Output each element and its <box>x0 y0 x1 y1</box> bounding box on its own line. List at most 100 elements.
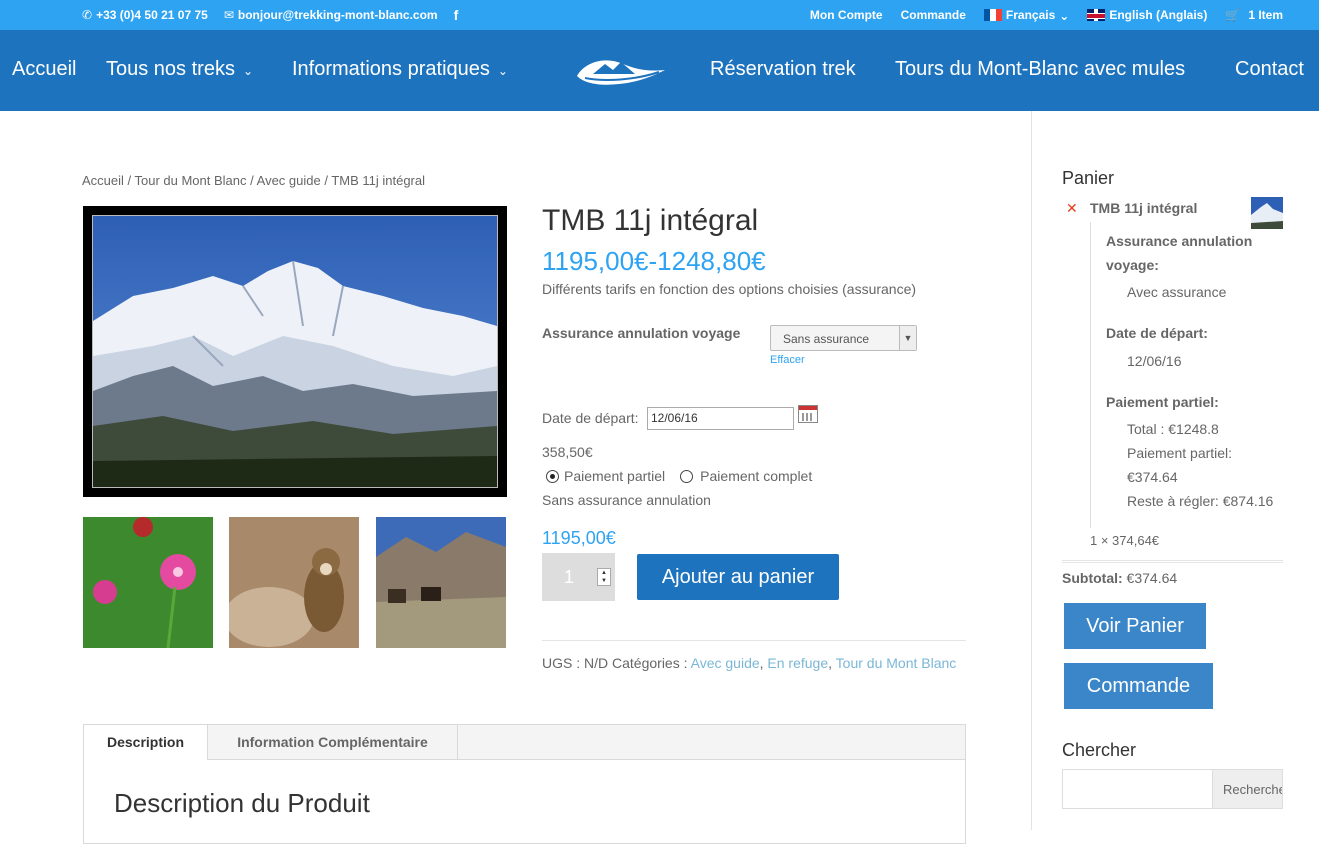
cart-link[interactable]: 🛒 1 Item <box>1225 8 1283 22</box>
cart-partial-payment: Paiement partiel: €374.64 <box>1127 445 1233 485</box>
nav-label: Contact <box>1235 58 1304 80</box>
mountain-thumb-image <box>1251 197 1283 229</box>
cart-item-thumbnail[interactable] <box>1251 197 1283 229</box>
site-logo[interactable] <box>575 54 667 88</box>
cart-subtotal: Subtotal: €374.64 <box>1062 570 1177 586</box>
email-contact[interactable]: ✉ bonjour@trekking-mont-blanc.com <box>224 8 438 22</box>
calendar-icon[interactable] <box>798 405 818 423</box>
main-nav: Accueil Tous nos treks ⌄ Informations pra… <box>0 30 1319 111</box>
insurance-select[interactable]: Sans assurance ▼ <box>770 325 917 351</box>
account-link[interactable]: Mon Compte <box>810 8 883 22</box>
nav-label: Réservation trek <box>710 58 856 80</box>
thumbnail-marmot[interactable] <box>229 517 359 648</box>
chevron-down-icon: ⌄ <box>1059 9 1070 23</box>
mountain-image <box>93 216 497 487</box>
language-label: English (Anglais) <box>1109 8 1208 22</box>
category-link[interactable]: Tour du Mont Blanc <box>836 655 957 671</box>
flower-image <box>83 517 213 648</box>
product-meta: UGS : N/D Catégories : Avec guide, En re… <box>542 640 966 675</box>
clear-selection-link[interactable]: Effacer <box>770 354 805 366</box>
cart-insurance-label: Assurance annulation voyage: <box>1106 233 1253 273</box>
product-main-image[interactable] <box>83 206 507 497</box>
product-title: TMB 11j intégral <box>542 204 759 237</box>
tab-additional-info[interactable]: Information Complémentaire <box>208 725 457 760</box>
payment-options: Paiement partiel Paiement complet <box>542 468 812 484</box>
mules-image <box>376 517 506 648</box>
cart-date-value: 12/06/16 <box>1127 353 1182 369</box>
search-button[interactable]: Rechercher <box>1212 770 1282 808</box>
sidebar-divider <box>1031 111 1032 830</box>
chevron-down-icon: ⌄ <box>242 63 254 78</box>
categories-label: Catégories : <box>612 655 688 671</box>
tab-description[interactable]: Description <box>84 725 207 761</box>
breadcrumb[interactable]: Accueil / Tour du Mont Blanc / Avec guid… <box>82 173 425 188</box>
deposit-amount: 358,50€ <box>542 444 593 460</box>
nav-item-treks[interactable]: Tous nos treks ⌄ <box>106 58 253 81</box>
search-widget-title: Chercher <box>1062 740 1137 760</box>
full-payment-radio[interactable] <box>680 469 694 483</box>
french-flag-icon <box>983 9 1002 21</box>
partial-payment-radio[interactable] <box>546 469 559 483</box>
cart-divider <box>1062 560 1283 563</box>
nav-item-mules[interactable]: Tours du Mont-Blanc avec mules <box>895 58 1185 81</box>
thumbnail-mules[interactable] <box>376 517 506 648</box>
view-cart-button[interactable]: Voir Panier <box>1064 603 1206 649</box>
departure-date-label: Date de départ: <box>542 410 639 426</box>
top-bar: ✆ +33 (0)4 50 21 07 75 ✉ bonjour@trekking-… <box>0 0 1319 30</box>
phone-contact[interactable]: ✆ +33 (0)4 50 21 07 75 <box>82 8 208 22</box>
cart-icon: 🛒 <box>1225 8 1241 22</box>
checkout-link[interactable]: Commande <box>901 8 966 22</box>
uk-flag-icon <box>1087 9 1106 21</box>
product-price-range: 1195,00€-1248,80€ <box>542 246 766 276</box>
nav-item-info[interactable]: Informations pratiques ⌄ <box>292 58 508 81</box>
phone-icon: ✆ <box>82 8 93 22</box>
search-input[interactable] <box>1063 770 1213 808</box>
cart-insurance-value: Avec assurance <box>1127 284 1227 300</box>
nav-item-booking[interactable]: Réservation trek <box>710 58 856 81</box>
quantity-value: 1 <box>564 567 575 587</box>
spinner-icon[interactable]: ▲ ▼ <box>597 568 611 586</box>
facebook-icon[interactable]: f <box>454 7 459 23</box>
cart-total: Total : €1248.8 <box>1127 421 1219 437</box>
cart-date-label: Date de départ: <box>1106 325 1208 341</box>
subtotal-label: Subtotal: <box>1062 570 1123 586</box>
chevron-down-icon: ▼ <box>899 326 916 350</box>
description-heading: Description du Produit <box>114 788 370 818</box>
language-english[interactable]: English (Anglais) <box>1087 8 1207 22</box>
full-payment-label[interactable]: Paiement complet <box>700 468 812 484</box>
category-link[interactable]: En refuge <box>767 655 828 671</box>
logo-icon <box>577 60 665 85</box>
nav-label: Tous nos treks <box>106 58 235 80</box>
nav-label: Informations pratiques <box>292 58 490 80</box>
cart-quantity-line: 1 × 374,64€ <box>1090 533 1160 548</box>
category-link[interactable]: Avec guide <box>691 655 760 671</box>
product-tabs: Description Information Complémentaire D… <box>83 724 966 844</box>
checkout-button[interactable]: Commande <box>1064 663 1213 709</box>
subtotal-value: €374.64 <box>1126 570 1178 586</box>
add-to-cart-button[interactable]: Ajouter au panier <box>637 554 839 600</box>
remove-item-icon[interactable]: ✕ <box>1066 200 1078 217</box>
cart-count: 1 Item <box>1248 8 1283 22</box>
tab-bar: Description Information Complémentaire <box>84 725 965 761</box>
marmot-image <box>229 517 359 648</box>
select-value: Sans assurance <box>783 332 870 346</box>
thumbnail-flowers[interactable] <box>83 517 213 648</box>
insurance-note: Sans assurance annulation <box>542 492 711 508</box>
cart-remaining: Reste à régler: €874.16 <box>1127 493 1274 509</box>
tab-divider <box>457 725 458 760</box>
insurance-label: Assurance annulation voyage <box>542 325 741 341</box>
quantity-stepper[interactable]: 1 ▲ ▼ <box>542 553 615 601</box>
cart-item-name[interactable]: TMB 11j intégral <box>1090 200 1197 216</box>
nav-item-home[interactable]: Accueil <box>12 58 76 81</box>
search-form: Rechercher <box>1062 769 1283 809</box>
cart-payment-label: Paiement partiel: <box>1106 394 1219 410</box>
partial-payment-label[interactable]: Paiement partiel <box>564 468 665 484</box>
chevron-down-icon: ⌄ <box>497 63 508 78</box>
departure-date-input[interactable]: 12/06/16 <box>647 407 794 430</box>
nav-item-contact[interactable]: Contact <box>1235 58 1304 81</box>
cart-widget-title: Panier <box>1062 168 1115 188</box>
language-french[interactable]: Français ⌄ <box>983 7 1070 23</box>
variation-price: 1195,00€ <box>542 528 616 548</box>
phone-text: +33 (0)4 50 21 07 75 <box>96 8 208 22</box>
nav-label: Tours du Mont-Blanc avec mules <box>895 58 1186 80</box>
